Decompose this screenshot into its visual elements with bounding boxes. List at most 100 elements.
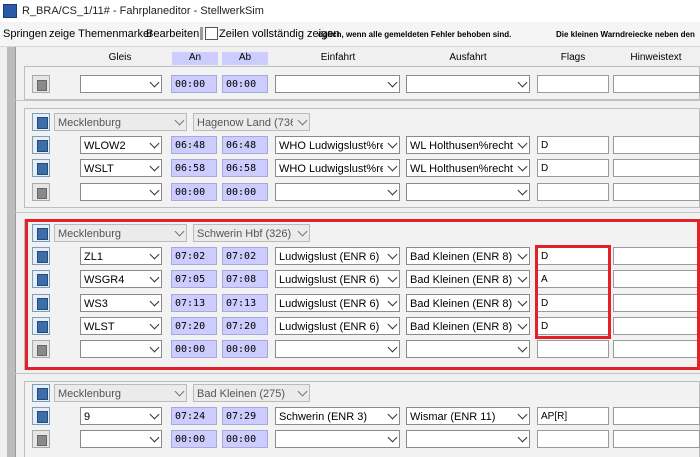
trash-icon	[37, 80, 47, 91]
chevron-down-icon	[387, 409, 398, 420]
col-hinweistext: Hinweistext	[630, 52, 682, 63]
departure-time-field[interactable]: 06:48	[222, 136, 268, 154]
chevron-down-icon	[517, 432, 528, 443]
ausfahrt-combo[interactable]	[406, 183, 530, 201]
region-combo-value: Mecklenburg	[58, 117, 121, 129]
hinweistext-field[interactable]	[613, 159, 700, 177]
ausfahrt-combo[interactable]: WL Holthusen%rechts ...	[406, 159, 530, 177]
col-einfahrt: Einfahrt	[320, 52, 356, 63]
departure-time-field[interactable]: 00:00	[222, 430, 268, 448]
einfahrt-combo[interactable]	[275, 430, 400, 448]
document-icon	[37, 163, 48, 175]
arrival-time-field[interactable]: 00:00	[171, 183, 217, 201]
edit-stop-icon[interactable]	[32, 384, 50, 402]
menu-bar: Springen zeige Themenmarker Bearbeiten Z…	[0, 22, 700, 47]
gleis-combo-value: WSLT	[84, 163, 114, 175]
trash-icon	[37, 435, 47, 446]
ausfahrt-combo-value: WL Holthusen%rechts ...	[410, 140, 513, 152]
chevron-down-icon	[387, 138, 398, 149]
station-combo[interactable]: Bad Kleinen (275)	[193, 384, 310, 402]
ausfahrt-combo[interactable]: Wismar (ENR 11)	[406, 407, 530, 425]
region-combo-value: Mecklenburg	[58, 388, 121, 400]
left-scroll-strip[interactable]	[7, 47, 16, 457]
gleis-combo[interactable]	[80, 183, 162, 201]
einfahrt-combo-value: WHO Ludwigslust%rec...	[279, 140, 383, 152]
hinweistext-field[interactable]	[613, 136, 700, 154]
gleis-combo[interactable]: WSLT	[80, 159, 162, 177]
group-divider	[15, 373, 700, 374]
flags-field[interactable]: D	[537, 159, 609, 177]
chevron-down-icon	[297, 386, 308, 397]
einfahrt-combo[interactable]: WHO Ludwigslust%rec...	[275, 136, 400, 154]
col-an: An	[172, 52, 218, 65]
chevron-down-icon	[297, 115, 308, 126]
gleis-combo[interactable]: WLOW2	[80, 136, 162, 154]
hinweistext-field[interactable]	[613, 407, 700, 425]
gleis-combo[interactable]	[80, 75, 162, 93]
station-combo[interactable]: Hagenow Land (736)	[193, 113, 310, 131]
station-combo-value: Hagenow Land (736)	[197, 117, 293, 129]
arrival-time-field[interactable]: 07:24	[171, 407, 217, 425]
einfahrt-combo[interactable]	[275, 75, 400, 93]
arrival-time-field[interactable]: 06:48	[171, 136, 217, 154]
col-flags: Flags	[560, 52, 586, 63]
ausfahrt-combo[interactable]	[406, 75, 530, 93]
notice-text: öglich, wenn alle gemeldeten Fehler beho…	[318, 30, 512, 39]
flags-field[interactable]	[537, 183, 609, 201]
einfahrt-combo-value: Schwerin (ENR 3)	[279, 411, 368, 423]
chevron-down-icon	[149, 161, 160, 172]
ausfahrt-combo-value: Wismar (ENR 11)	[410, 411, 496, 423]
einfahrt-combo[interactable]: Schwerin (ENR 3)	[275, 407, 400, 425]
region-combo[interactable]: Mecklenburg	[54, 113, 187, 131]
edit-stop-icon[interactable]	[32, 159, 50, 177]
gleis-combo[interactable]	[80, 430, 162, 448]
gleis-combo[interactable]: 9	[80, 407, 162, 425]
delete-row-icon[interactable]	[32, 75, 50, 93]
trash-icon	[37, 188, 47, 199]
group-divider	[15, 212, 700, 213]
departure-time-field[interactable]: 00:00	[222, 75, 268, 93]
station-combo-value: Bad Kleinen (275)	[197, 388, 286, 400]
arrival-time-field[interactable]: 06:58	[171, 159, 217, 177]
chevron-down-icon	[517, 138, 528, 149]
document-icon	[37, 388, 48, 400]
flags-field[interactable]	[537, 75, 609, 93]
chevron-down-icon	[387, 185, 398, 196]
ausfahrt-combo[interactable]	[406, 430, 530, 448]
departure-time-field[interactable]: 00:00	[222, 183, 268, 201]
chevron-down-icon	[517, 161, 528, 172]
hinweistext-field[interactable]	[613, 183, 700, 201]
delete-row-icon[interactable]	[32, 430, 50, 448]
edit-stop-icon[interactable]	[32, 407, 50, 425]
edit-stop-icon[interactable]	[32, 113, 50, 131]
chevron-down-icon	[174, 115, 185, 126]
edit-stop-icon[interactable]	[32, 136, 50, 154]
einfahrt-combo-value: WHO Ludwigslust%rec...	[279, 163, 383, 175]
hinweistext-field[interactable]	[613, 430, 700, 448]
col-ab: Ab	[222, 52, 268, 65]
app-icon	[3, 4, 17, 18]
ausfahrt-combo[interactable]: WL Holthusen%rechts ...	[406, 136, 530, 154]
menu-springen[interactable]: Springen	[3, 28, 47, 40]
einfahrt-combo[interactable]: WHO Ludwigslust%rec...	[275, 159, 400, 177]
einfahrt-combo[interactable]	[275, 183, 400, 201]
flags-field[interactable]: D	[537, 136, 609, 154]
zeilen-checkbox[interactable]	[205, 27, 218, 40]
flags-field[interactable]	[537, 430, 609, 448]
arrival-time-field[interactable]: 00:00	[171, 75, 217, 93]
menu-bearbeiten[interactable]: Bearbeiten	[146, 28, 199, 40]
flags-field[interactable]: AP[R]	[537, 407, 609, 425]
departure-time-field[interactable]: 06:58	[222, 159, 268, 177]
notice-text-2: Die kleinen Warndreiecke neben den	[556, 30, 695, 39]
chevron-down-icon	[149, 138, 160, 149]
departure-time-field[interactable]: 07:29	[222, 407, 268, 425]
highlight-frame-flags	[535, 245, 611, 339]
hinweistext-field[interactable]	[613, 75, 700, 93]
arrival-time-field[interactable]: 00:00	[171, 430, 217, 448]
delete-row-icon[interactable]	[32, 183, 50, 201]
menu-themenmarker[interactable]: zeige Themenmarker	[49, 28, 153, 40]
chevron-down-icon	[387, 161, 398, 172]
group-divider	[15, 100, 700, 101]
document-icon	[37, 411, 48, 423]
region-combo[interactable]: Mecklenburg	[54, 384, 187, 402]
